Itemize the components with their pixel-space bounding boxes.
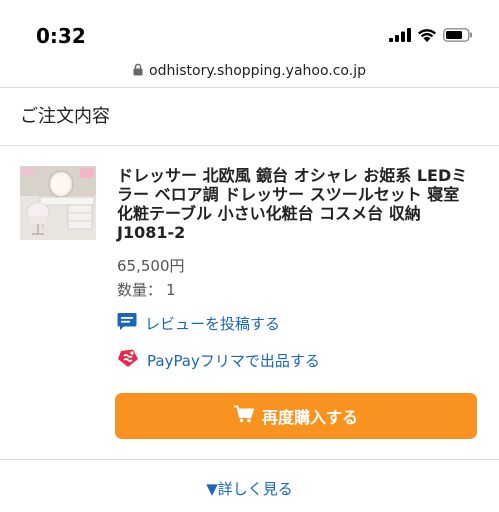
paypay-flea-market-label: PayPayフリマで出品する (147, 351, 320, 370)
write-review-label: レビューを投稿する (145, 315, 281, 333)
show-details-link[interactable]: ▼詳しく見る (0, 478, 499, 499)
status-time: 0:32 (36, 24, 86, 48)
url-text: odhistory.shopping.yahoo.co.jp (149, 63, 366, 79)
footer-divider (0, 459, 499, 460)
write-review-link[interactable]: レビューを投稿する (117, 312, 280, 335)
product-quantity: 数量： 1 (117, 279, 176, 300)
quantity-value: 1 (166, 281, 176, 299)
page-title: ご注文内容 (20, 106, 110, 127)
status-bar: 0:32 (0, 0, 499, 56)
paypay-flea-market-icon (117, 348, 139, 372)
speech-bubble-icon (117, 312, 137, 335)
quantity-label: 数量： (117, 281, 163, 299)
section-divider (0, 145, 499, 146)
paypay-flea-market-link[interactable]: PayPayフリマで出品する (117, 348, 320, 372)
shopping-cart-icon (233, 405, 254, 427)
url-bar[interactable]: odhistory.shopping.yahoo.co.jp (0, 56, 499, 86)
signal-icon (389, 27, 411, 46)
status-icons (389, 27, 473, 46)
wifi-icon (417, 27, 437, 46)
product-thumbnail[interactable] (20, 166, 96, 240)
header-divider (0, 87, 499, 88)
lock-icon (133, 63, 143, 80)
rebuy-label: 再度購入する (261, 408, 358, 427)
battery-icon (443, 27, 473, 46)
rebuy-button[interactable]: 再度購入する (115, 393, 477, 439)
product-price: 65,500円 (117, 257, 185, 275)
product-name-link[interactable]: ドレッサー 北欧風 鏡台 オシャレ お姫系 LEDミラー ベロア調 ドレッサー … (117, 166, 477, 242)
